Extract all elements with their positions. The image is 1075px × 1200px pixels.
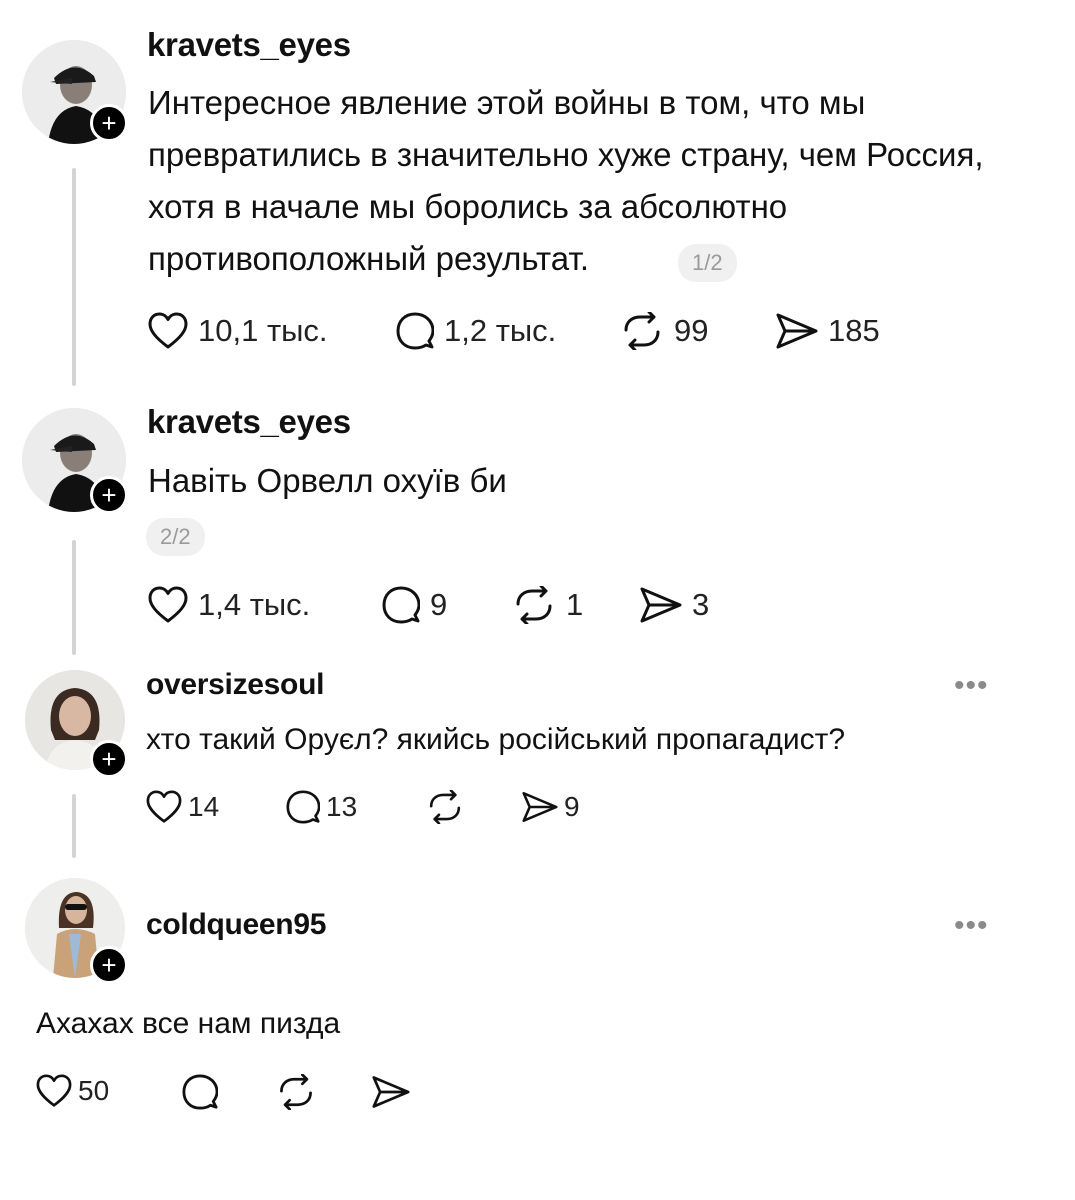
repost-button[interactable]: 99	[620, 312, 708, 350]
more-options-button[interactable]: •••	[954, 671, 989, 701]
thread-pager: 1/2	[678, 244, 737, 282]
post-text: Интересное явление этой войны в том, что…	[148, 84, 984, 277]
follow-plus-button[interactable]: +	[90, 946, 128, 984]
repost-button[interactable]	[426, 790, 464, 824]
send-paper-plane-icon	[522, 791, 558, 822]
like-count: 50	[78, 1075, 110, 1106]
like-button[interactable]: 50	[36, 1074, 109, 1108]
repost-arrows-icon	[624, 312, 660, 350]
repost-count: 99	[674, 313, 709, 348]
comment-button[interactable]: 13	[286, 790, 357, 824]
thread-pager: 2/2	[146, 518, 205, 556]
username[interactable]: oversizesoul	[146, 668, 324, 702]
post-text: Навіть Орвелл охуїв би	[148, 462, 507, 499]
repost-arrows-icon	[516, 586, 552, 624]
comment-count: 13	[326, 791, 358, 822]
comment-button[interactable]	[182, 1074, 218, 1110]
more-options-button[interactable]: •••	[954, 911, 989, 941]
comment-count: 1,2 тыс.	[444, 313, 557, 348]
share-button[interactable]	[372, 1074, 410, 1110]
send-paper-plane-icon	[776, 313, 818, 349]
comment-bubble-icon	[286, 790, 320, 824]
username[interactable]: kravets_eyes	[147, 403, 351, 441]
username[interactable]: coldqueen95	[146, 908, 326, 942]
like-button[interactable]: 1,4 тыс.	[148, 586, 310, 624]
share-count: 9	[564, 791, 580, 822]
like-count: 10,1 тыс.	[198, 313, 328, 348]
comment-count: 9	[430, 587, 448, 622]
share-button[interactable]: 3	[640, 586, 709, 624]
post-text: хто такий Оруєл? якийсь російський пропа…	[146, 723, 846, 756]
repost-arrows-icon	[429, 790, 461, 824]
heart-icon	[36, 1074, 72, 1107]
like-button[interactable]: 10,1 тыс.	[148, 312, 328, 350]
comment-bubble-icon	[182, 1074, 218, 1110]
username[interactable]: kravets_eyes	[147, 26, 351, 64]
repost-arrows-icon	[280, 1074, 312, 1110]
heart-icon	[148, 312, 188, 349]
share-button[interactable]: 9	[522, 790, 580, 824]
like-count: 14	[188, 791, 220, 822]
share-count: 185	[828, 313, 880, 348]
thread-line	[72, 168, 76, 386]
share-count: 3	[692, 587, 710, 622]
thread-line	[72, 794, 76, 858]
follow-plus-button[interactable]: +	[90, 104, 128, 142]
follow-plus-button[interactable]: +	[90, 476, 128, 514]
like-count: 1,4 тыс.	[198, 587, 311, 622]
repost-button[interactable]	[276, 1074, 316, 1110]
comment-bubble-icon	[382, 586, 420, 624]
send-paper-plane-icon	[372, 1076, 410, 1108]
share-button[interactable]: 185	[776, 312, 880, 350]
send-paper-plane-icon	[640, 587, 682, 623]
comment-button[interactable]: 9	[382, 586, 447, 624]
heart-icon	[146, 790, 182, 823]
like-button[interactable]: 14	[146, 790, 219, 824]
comment-button[interactable]: 1,2 тыс.	[396, 312, 556, 350]
repost-count: 1	[566, 587, 584, 622]
repost-button[interactable]: 1	[512, 586, 583, 624]
thread-line	[72, 540, 76, 655]
follow-plus-button[interactable]: +	[90, 740, 128, 778]
post-text: Ахахах все нам пизда	[36, 1007, 341, 1040]
comment-bubble-icon	[396, 312, 434, 350]
heart-icon	[148, 586, 188, 623]
